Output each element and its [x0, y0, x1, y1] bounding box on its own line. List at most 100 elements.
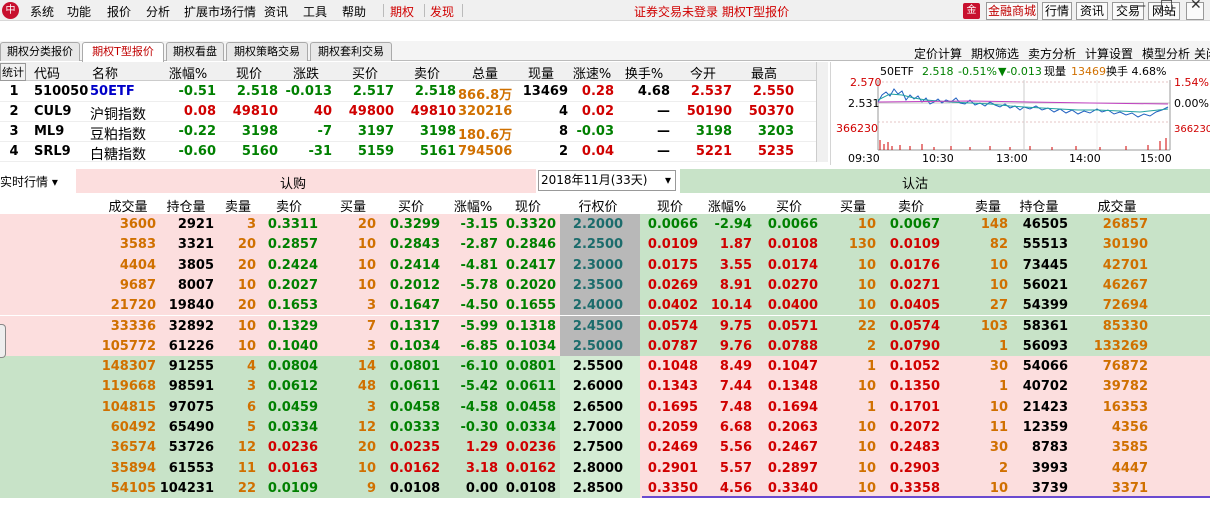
quote-cell: 50370 — [748, 104, 794, 119]
quote-row[interactable]: 4 SRL9 白糖指数 -0.60 5160 -31 5159 5161 794506 2 0.04… — [0, 142, 816, 163]
tab-option-category-quote[interactable]: 期权分类报价 — [0, 42, 80, 61]
quote-cell: 3197 — [357, 124, 394, 139]
seller-analysis-button[interactable]: 卖方分析 — [1028, 45, 1076, 62]
quote-col-header[interactable]: 涨幅% — [160, 63, 216, 82]
calc-settings-button[interactable]: 计算设置 — [1085, 45, 1133, 62]
t-quote-row[interactable]: 4404 3805 20 0.2424 10 0.2414 -4.81 0.2417 2.300… — [0, 254, 1210, 275]
menu-analysis[interactable]: 分析 — [146, 3, 170, 20]
menu-quote[interactable]: 报价 — [107, 3, 131, 20]
t-quote-row[interactable]: 3583 3321 20 0.2857 10 0.2843 -2.87 0.2846 2.250… — [0, 234, 1210, 255]
quote-col-header[interactable]: 代码 — [34, 63, 90, 82]
maximize-icon[interactable]: □ — [1160, 0, 1173, 13]
quote-col-header[interactable]: 现价 — [220, 63, 278, 82]
t-quote-row[interactable]: 119668 98591 3 0.0612 48 0.0611 -5.42 0.0611 2.6… — [0, 376, 1210, 397]
market-button[interactable]: 行情 — [1042, 2, 1072, 20]
volume-cell: 3583 — [119, 237, 156, 253]
close-icon[interactable]: ✕ — [1190, 0, 1202, 13]
volume-cell: 4404 — [119, 257, 156, 273]
t-quote-col-header[interactable]: 成交量 — [100, 196, 156, 215]
close-tab-button[interactable]: 关闭 — [1194, 45, 1210, 62]
quote-col-header[interactable]: 统计 — [0, 63, 26, 81]
t-quote-col-header[interactable]: 买价 — [760, 196, 818, 215]
tab-option-strategy-trade[interactable]: 期权策略交易 — [226, 42, 308, 61]
quote-name: 沪铜指数 — [90, 107, 146, 123]
t-quote-row[interactable]: 9687 8007 10 0.2027 10 0.2012 -5.78 0.2020 2.350… — [0, 274, 1210, 296]
menu-discover[interactable]: 发现 — [430, 3, 454, 20]
size-cell: 22 — [237, 480, 256, 496]
intraday-chart[interactable]: 50ETF 2.518 -0.51% ▼-0.013 现量 13469 换手 4… — [829, 62, 1210, 165]
t-quote-col-header[interactable]: 成交量 — [1086, 196, 1148, 215]
chart-y-base: 2.531 — [848, 97, 880, 110]
t-quote-row[interactable]: 60492 65490 5 0.0334 12 0.0333 -0.30 0.0334 2.70… — [0, 417, 1210, 438]
quote-row[interactable]: 3 ML9 豆粕指数 -0.22 3198 -7 3197 3198 180.6万 8 -0.03—… — [0, 122, 816, 143]
call-price-cell: -4.58 — [460, 399, 498, 415]
menu-tools[interactable]: 工具 — [303, 3, 327, 20]
t-quote-row[interactable]: 33336 32892 10 0.1329 7 0.1317 -5.99 0.1318 2.45… — [0, 315, 1210, 336]
option-filter-button[interactable]: 期权筛选 — [971, 45, 1019, 62]
quote-col-header[interactable]: 换手% — [618, 63, 670, 82]
quote-col-header[interactable]: 涨速% — [570, 63, 614, 82]
menu-options[interactable]: 期权 — [390, 3, 414, 20]
finance-mall-button[interactable]: 金融商城 — [986, 2, 1038, 20]
call-price-cell: -5.78 — [460, 277, 498, 293]
news-button[interactable]: 资讯 — [1076, 2, 1108, 20]
tab-option-arbitrage-trade[interactable]: 期权套利交易 — [310, 42, 392, 61]
t-quote-col-header[interactable]: 现价 — [500, 196, 556, 215]
quote-row[interactable]: 1 510050 50ETF -0.51 2.518 -0.013 2.517 2.518 86… — [0, 82, 816, 103]
volume-cell: 21720 — [110, 298, 156, 314]
put-price-cell: 0.0066 — [647, 217, 698, 232]
side-panel-toggle[interactable] — [0, 324, 6, 358]
t-quote-col-header[interactable]: 卖量 — [968, 196, 1008, 215]
menu-function[interactable]: 功能 — [67, 3, 91, 20]
t-quote-row[interactable]: 3600 2921 3 0.3311 20 0.3299 -3.15 0.3320 2.2000… — [0, 214, 1210, 235]
t-quote-col-header[interactable]: 现价 — [642, 196, 698, 215]
quote-scrollbar[interactable] — [816, 62, 828, 162]
t-quote-title-bar: 实时行情 ▾ 认购 2018年11月(33天) ▾ 认沽 — [0, 169, 1210, 193]
t-quote-row[interactable]: 105772 61226 10 0.1040 3 0.1034 -6.85 0.1034 2.5… — [0, 335, 1210, 357]
t-quote-col-header[interactable]: 行权价 — [566, 196, 630, 215]
quote-col-header[interactable]: 买价 — [336, 63, 394, 82]
tab-option-t-quote[interactable]: 期权T型报价 — [82, 42, 164, 62]
t-quote-col-header[interactable]: 涨幅% — [702, 196, 752, 215]
quote-row[interactable]: 2 CUL9 沪铜指数 0.08 49810 40 49800 49810 320216 4 0.0… — [0, 102, 816, 123]
put-price-cell: 0.0400 — [767, 298, 818, 314]
menu-system[interactable]: 系统 — [30, 3, 54, 20]
quote-col-header[interactable]: 涨跌 — [280, 63, 332, 82]
t-quote-row[interactable]: 35894 61553 11 0.0163 10 0.0162 3.18 0.0162 2.80… — [0, 457, 1210, 478]
t-quote-col-header[interactable]: 卖量 — [220, 196, 256, 215]
model-analysis-button[interactable]: 模型分析 — [1142, 45, 1190, 62]
mall-icon[interactable]: 金 — [963, 3, 980, 19]
t-quote-col-header[interactable]: 卖价 — [260, 196, 318, 215]
put-price-cell: 0.0109 — [889, 237, 940, 253]
menu-separator — [424, 4, 425, 17]
quote-col-header[interactable]: 今开 — [674, 63, 732, 82]
size-cell: 1 — [866, 359, 876, 375]
t-quote-col-header[interactable]: 卖价 — [882, 196, 940, 215]
t-quote-row[interactable]: 148307 91255 4 0.0804 14 0.0801 -6.10 0.0801 2.5… — [0, 356, 1210, 377]
call-price-cell: 0.1317 — [389, 318, 440, 334]
quote-col-header[interactable]: 名称 — [90, 63, 160, 82]
quote-col-header[interactable]: 现量 — [514, 63, 568, 82]
t-quote-col-header[interactable]: 买量 — [830, 196, 876, 215]
t-quote-col-header[interactable]: 持仓量 — [1010, 196, 1068, 215]
strike-price: 2.4500 — [572, 318, 624, 334]
t-quote-col-header[interactable]: 买量 — [330, 196, 376, 215]
t-quote-col-header[interactable]: 涨幅% — [448, 196, 498, 215]
t-quote-row[interactable]: 36574 53726 12 0.0236 20 0.0235 1.29 0.0236 2.75… — [0, 437, 1210, 458]
menu-help[interactable]: 帮助 — [342, 3, 366, 20]
menu-extended-market[interactable]: 扩展市场行情 — [184, 3, 256, 20]
t-quote-row[interactable]: 104815 97075 6 0.0459 3 0.0458 -4.58 0.0458 2.65… — [0, 396, 1210, 417]
realtime-quote-dropdown[interactable]: 实时行情 ▾ — [0, 173, 58, 190]
tab-bar: 期权分类报价 期权T型报价 期权看盘 期权策略交易 期权套利交易 定价计算 期权… — [0, 41, 1210, 62]
quote-col-header[interactable]: 卖价 — [398, 63, 456, 82]
menu-news[interactable]: 资讯 — [264, 3, 288, 20]
quote-col-header[interactable]: 总量 — [458, 63, 512, 82]
t-quote-col-header[interactable]: 持仓量 — [158, 196, 214, 215]
expiry-month-select[interactable]: 2018年11月(33天) ▾ — [538, 170, 676, 191]
quote-col-header[interactable]: 最高 — [734, 63, 794, 82]
t-quote-col-header[interactable]: 买价 — [382, 196, 440, 215]
pricing-calc-button[interactable]: 定价计算 — [914, 45, 962, 62]
minimize-icon[interactable]: — — [1132, 0, 1146, 14]
t-quote-row[interactable]: 21720 19840 20 0.1653 3 0.1647 -4.50 0.1655 2.40… — [0, 295, 1210, 316]
tab-option-watch[interactable]: 期权看盘 — [166, 42, 224, 61]
